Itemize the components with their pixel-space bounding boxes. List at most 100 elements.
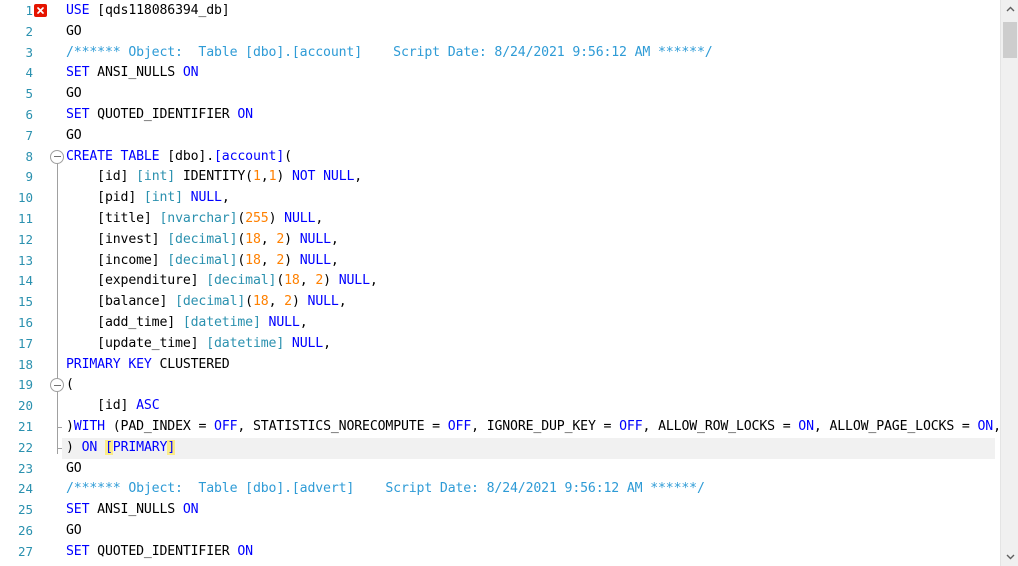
- code-line[interactable]: [pid] [int] NULL,: [66, 188, 230, 209]
- code-token: [decimal]: [206, 273, 277, 289]
- code-token: [add_time]: [66, 315, 183, 330]
- line-number: 7: [25, 127, 33, 143]
- code-line[interactable]: GO: [66, 126, 82, 147]
- line-number: 6: [25, 107, 33, 122]
- code-line[interactable]: [id] ASC: [66, 396, 159, 417]
- code-token: [qds118086394_db]: [97, 3, 230, 18]
- code-token: 2: [315, 273, 324, 289]
- code-token: ): [268, 211, 285, 226]
- code-token: NULL: [284, 211, 316, 226]
- code-token: ANSI_NULLS: [97, 502, 183, 518]
- code-token: 255: [245, 211, 269, 226]
- code-line[interactable]: ) ON [PRIMARY]: [66, 438, 175, 459]
- fold-end-marker: [56, 427, 62, 429]
- line-number: 5: [25, 86, 33, 102]
- fold-collapse-icon[interactable]: [50, 378, 64, 393]
- code-token: (: [66, 377, 74, 393]
- code-token: (: [284, 148, 292, 164]
- code-token: QUOTED_IDENTIFIER: [97, 107, 238, 122]
- line-number: 26: [17, 523, 33, 538]
- code-token: (: [276, 273, 285, 289]
- code-line[interactable]: [invest] [decimal](18, 2) NULL,: [66, 230, 339, 251]
- code-line[interactable]: SET ANSI_NULLS ON: [66, 63, 199, 84]
- line-number: 4: [25, 65, 33, 81]
- code-line[interactable]: [update_time] [datetime] NULL,: [66, 334, 331, 355]
- bracket-match: ]: [167, 439, 176, 455]
- code-line[interactable]: SET ANSI_NULLS ON: [66, 500, 199, 521]
- code-token: GO: [66, 86, 82, 102]
- code-line[interactable]: GO: [66, 84, 82, 105]
- code-token: , ALLOW_ROW_LOCKS =: [642, 419, 799, 434]
- code-line[interactable]: /****** Object: Table [dbo].[advert] Scr…: [66, 479, 705, 500]
- code-line[interactable]: [expenditure] [decimal](18, 2) NULL,: [66, 271, 378, 292]
- fold-collapse-icon[interactable]: [50, 149, 64, 164]
- scrollbar-thumb[interactable]: [1003, 22, 1017, 58]
- code-line[interactable]: [title] [nvarchar](255) NULL,: [66, 209, 323, 230]
- code-token: 18: [284, 273, 300, 289]
- code-token: [decimal]: [175, 294, 246, 310]
- code-line[interactable]: (: [66, 375, 74, 396]
- code-token: 2: [284, 294, 292, 310]
- code-line[interactable]: SET QUOTED_IDENTIFIER ON: [66, 105, 253, 126]
- code-token: ON: [977, 419, 994, 434]
- code-line[interactable]: [id] [int] IDENTITY(1,1) NOT NULL,: [66, 167, 362, 188]
- code-token: [id]: [66, 398, 137, 414]
- code-token: ON: [237, 543, 253, 559]
- code-token: WITH: [73, 419, 105, 434]
- code-line[interactable]: SET QUOTED_IDENTIFIER ON: [66, 542, 253, 563]
- code-line[interactable]: GO: [66, 459, 82, 480]
- code-token: ,: [323, 335, 331, 351]
- code-token: [expenditure]: [66, 273, 207, 289]
- line-number: 11: [17, 211, 33, 226]
- code-token: [nvarchar]: [159, 211, 238, 226]
- code-token: ): [284, 252, 300, 268]
- code-line[interactable]: [add_time] [datetime] NULL,: [66, 313, 308, 334]
- code-line[interactable]: PRIMARY KEY CLUSTERED: [66, 355, 230, 376]
- code-line[interactable]: )WITH (PAD_INDEX = OFF, STATISTICS_NOREC…: [66, 417, 1018, 438]
- code-token: IDENTITY(: [175, 169, 253, 185]
- code-token: GO: [66, 460, 82, 476]
- code-token: [balance]: [66, 294, 176, 310]
- code-line[interactable]: [balance] [decimal](18, 2) NULL,: [66, 292, 347, 313]
- code-token: ): [66, 439, 82, 455]
- line-number: 27: [17, 543, 33, 559]
- code-token: [decimal]: [167, 252, 238, 268]
- code-token: ): [291, 294, 308, 310]
- code-token: ): [323, 273, 339, 289]
- code-token: , ALLOW_PAGE_LOCKS =: [813, 419, 978, 434]
- code-line[interactable]: [income] [decimal](18, 2) NULL,: [66, 251, 339, 272]
- sql-code-editor[interactable]: 1 USE [qds118086394_db] 2 GO 3 /****** Object…: [0, 0, 1018, 566]
- code-token: , IGNORE_DUP_KEY =: [471, 419, 620, 434]
- code-line[interactable]: GO: [66, 521, 82, 542]
- scroll-down-arrow-icon[interactable]: [1001, 548, 1018, 566]
- code-token: NULL: [307, 294, 339, 310]
- code-token: [pid]: [66, 190, 144, 206]
- code-token: (: [237, 231, 246, 247]
- fold-guideline: [56, 160, 58, 455]
- code-token: ,: [268, 294, 285, 310]
- vertical-scrollbar[interactable]: [1000, 0, 1018, 566]
- code-token: [id]: [66, 169, 137, 185]
- code-token: ON: [81, 439, 98, 455]
- line-number: 21: [17, 419, 33, 434]
- code-token: ,: [260, 231, 277, 247]
- scroll-up-arrow-icon[interactable]: [1001, 0, 1018, 18]
- line-number: 17: [17, 335, 33, 351]
- code-token: ,: [299, 315, 308, 330]
- code-line[interactable]: CREATE TABLE [dbo].[account](: [66, 147, 292, 168]
- error-marker-icon[interactable]: [34, 4, 47, 17]
- code-line[interactable]: GO: [66, 22, 82, 43]
- code-token: OFF: [619, 419, 643, 434]
- code-token: 2: [276, 252, 285, 268]
- code-token: [decimal]: [167, 231, 238, 247]
- code-token: [dbo].: [167, 148, 215, 164]
- line-number: 20: [17, 398, 33, 414]
- code-token: ON: [237, 107, 253, 122]
- code-token: NULL: [190, 190, 222, 206]
- code-token: [datetime]: [206, 335, 285, 351]
- code-line[interactable]: /****** Object: Table [dbo].[account] Sc…: [66, 43, 713, 64]
- code-line[interactable]: USE [qds118086394_db]: [66, 1, 230, 22]
- code-token: /****** Object: Table [dbo].[advert] Scr…: [66, 481, 705, 497]
- code-token: ANSI_NULLS: [97, 65, 183, 81]
